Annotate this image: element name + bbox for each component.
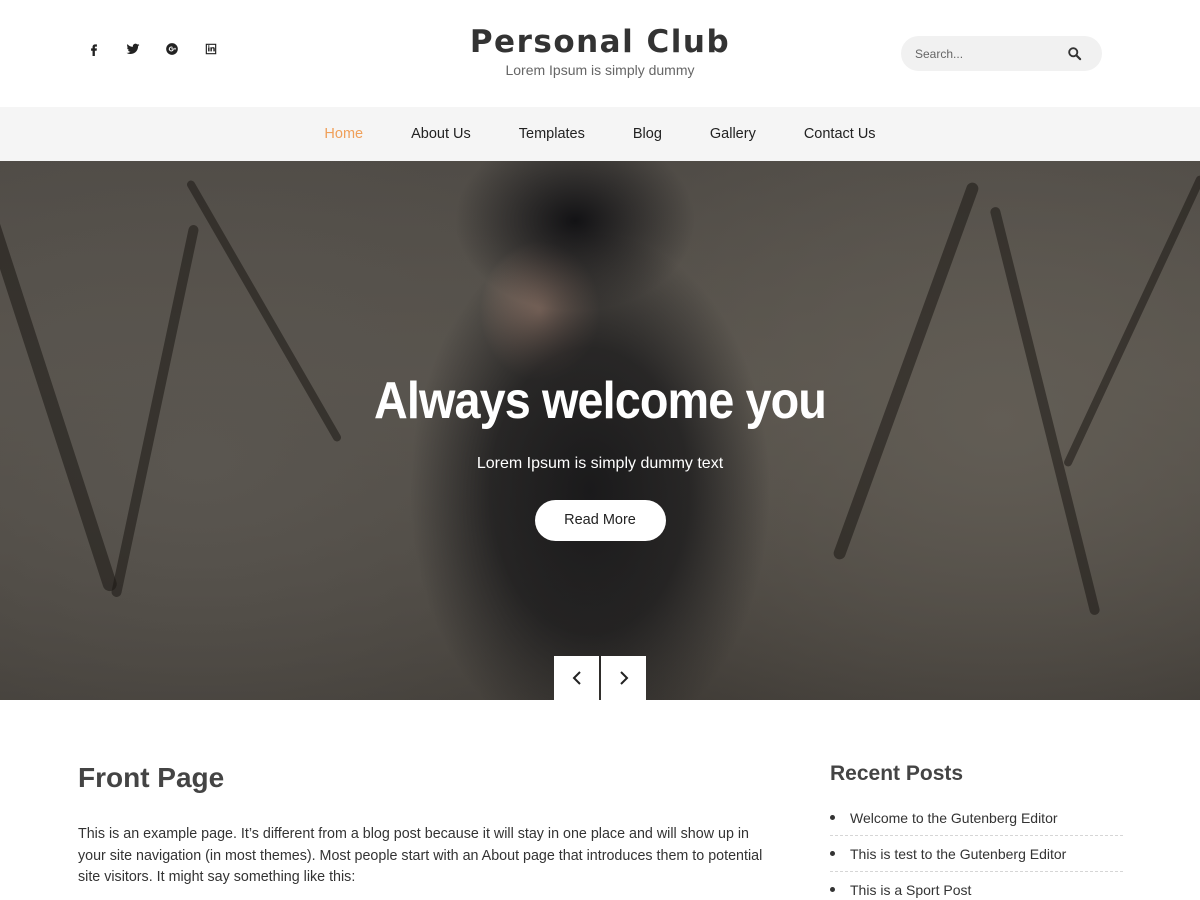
nav-item-templates[interactable]: Templates [519, 107, 585, 161]
page-title: Front Page [78, 762, 225, 793]
search-input[interactable] [901, 36, 1061, 71]
hero-slider: Always welcome you Lorem Ipsum is simply… [0, 161, 1200, 700]
slider-next-button[interactable] [601, 656, 646, 700]
recent-post-link[interactable]: This is a Sport Post [850, 882, 971, 898]
nav-item-about-us[interactable]: About Us [411, 107, 471, 161]
bullet-icon [830, 851, 835, 856]
hero-subtitle: Lorem Ipsum is simply dummy text [476, 455, 724, 472]
site-header: Personal Club Lorem Ipsum is simply dumm… [0, 0, 1200, 107]
slider-prev-button[interactable] [554, 656, 599, 700]
chevron-left-icon [572, 671, 581, 685]
recent-posts-list: Welcome to the Gutenberg Editor This is … [830, 800, 1123, 900]
chevron-right-icon [619, 671, 628, 685]
recent-posts-title: Recent Posts [830, 762, 964, 785]
recent-post-item[interactable]: This is test to the Gutenberg Editor [830, 836, 1123, 872]
recent-post-item[interactable]: Welcome to the Gutenberg Editor [830, 800, 1123, 836]
read-more-button[interactable]: Read More [534, 500, 666, 541]
bullet-icon [830, 815, 835, 820]
nav-item-blog[interactable]: Blog [633, 107, 662, 161]
main-navigation: Home About Us Templates Blog Gallery Con… [0, 107, 1200, 161]
page-body-text: This is an example page. It’s different … [78, 826, 763, 886]
recent-post-link[interactable]: This is test to the Gutenberg Editor [850, 846, 1066, 862]
recent-post-link[interactable]: Welcome to the Gutenberg Editor [850, 810, 1058, 826]
hero-title: Always welcome you [374, 372, 827, 430]
nav-item-home[interactable]: Home [324, 107, 363, 161]
search-icon[interactable] [1067, 46, 1083, 62]
recent-post-item[interactable]: This is a Sport Post [830, 872, 1123, 900]
nav-item-gallery[interactable]: Gallery [710, 107, 756, 161]
main-content: Front Page This is an example page. It’s… [78, 760, 778, 889]
search-box [901, 36, 1102, 71]
sidebar: Recent Posts Welcome to the Gutenberg Ed… [830, 760, 1123, 900]
bullet-icon [830, 887, 835, 892]
nav-item-contact-us[interactable]: Contact Us [804, 107, 876, 161]
nav-menu: Home About Us Templates Blog Gallery Con… [0, 107, 1200, 161]
hero-caption: Always welcome you Lorem Ipsum is simply… [0, 371, 1200, 541]
